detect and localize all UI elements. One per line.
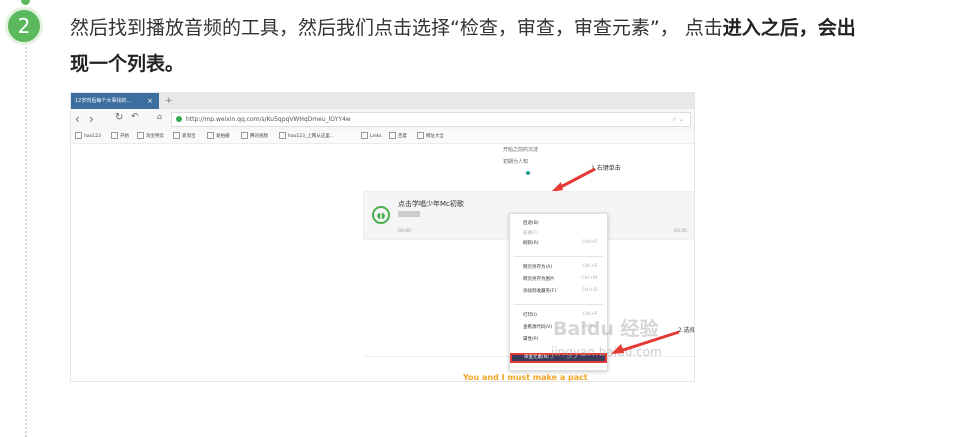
bookmark-item[interactable]: Links <box>361 131 382 143</box>
browser-tab[interactable]: 12岁时后每个大事找的... × <box>71 93 159 109</box>
timeline-dot <box>21 0 30 5</box>
hint-line-2: 初期为人知 <box>503 159 529 165</box>
page-icon <box>137 132 144 139</box>
url-text: http://mp.weixin.qq.com/s/Ku5qpqVWHqDmeu… <box>186 116 351 123</box>
arrow-icon <box>551 167 596 192</box>
bookmark-item[interactable]: hao123_上网从这里... <box>279 131 334 143</box>
bookmark-item[interactable]: 百度 <box>389 131 407 143</box>
bookmark-item[interactable]: 腾讯视频 <box>241 131 268 143</box>
address-bar[interactable]: http://mp.weixin.qq.com/s/Ku5qpqVWHqDmeu… <box>171 112 691 127</box>
audio-wave-icon[interactable]: ◖◗ <box>372 206 390 224</box>
page-icon <box>207 132 214 139</box>
menu-item-back[interactable]: 后退(B) <box>523 220 603 226</box>
menu-item-save-image[interactable]: 网页另存为图片 Ctrl+M <box>523 276 603 282</box>
menu-item-refresh[interactable]: 刷新(R) Ctrl+R <box>523 240 603 246</box>
forward-icon[interactable]: › <box>89 112 94 126</box>
browser-screenshot: 12岁时后每个大事找的... × + ‹ › ↻ ↶ ⌂ http://mp.w… <box>70 92 695 382</box>
paw-icon <box>389 132 396 139</box>
lyric-text: You and I must make a pact <box>463 373 588 382</box>
bookmarks-bar: hao123 开始 淘宝特卖 爱淘宝 爱拍摄 腾讯视频 hao123_上网从这里… <box>71 131 694 144</box>
menu-separator <box>514 304 603 305</box>
bookmark-item[interactable]: 爱淘宝 <box>173 131 196 143</box>
folder-icon <box>361 132 368 139</box>
close-icon[interactable]: × <box>147 93 153 109</box>
page-icon <box>417 132 424 139</box>
bookmark-item[interactable]: hao123 <box>75 131 101 143</box>
indicator-dot <box>526 171 530 175</box>
undo-icon[interactable]: ↶ <box>131 112 139 122</box>
new-tab-button[interactable]: + <box>165 93 173 109</box>
audio-subtitle-blur <box>398 211 420 217</box>
menu-item-add-favorite[interactable]: 添加到收藏夹(F) Ctrl+D <box>523 288 603 294</box>
hint-line-1: 开始之前的沉淀 <box>503 147 539 153</box>
menu-item-forward[interactable]: 前进(F) <box>523 230 603 236</box>
refresh-icon[interactable]: ↻ <box>115 112 123 123</box>
menu-separator <box>514 256 603 257</box>
bookmark-item[interactable]: 爱拍摄 <box>207 131 230 143</box>
bookmark-item[interactable]: 网址大全 <box>417 131 444 143</box>
step-number-badge: 2 <box>5 7 43 45</box>
page-icon <box>241 132 248 139</box>
page-icon <box>279 132 286 139</box>
bookmark-icon <box>75 132 82 139</box>
timeline-line <box>25 0 27 437</box>
bookmark-item[interactable]: 淘宝特卖 <box>137 131 164 143</box>
step-text-normal: 然后找到播放音频的工具，然后我们点击选择“检查，审查，审查元素”， 点击 <box>70 17 723 39</box>
arrow-icon <box>611 330 680 354</box>
bookmark-item[interactable]: 开始 <box>111 131 129 143</box>
audio-time-start: 00:00 <box>398 229 411 234</box>
step-description: 然后找到播放音频的工具，然后我们点击选择“检查，审查，审查元素”， 点击进入之后… <box>70 10 870 82</box>
web-page: 开始之前的沉淀 初期为人知 1.右键单击 ◖◗ 点击学唱少年Mc初歌 00:00… <box>71 144 694 382</box>
tab-title: 12岁时后每个大事找的... <box>75 98 132 104</box>
browser-toolbar: ‹ › ↻ ↶ ⌂ http://mp.weixin.qq.com/s/Ku5q… <box>71 109 694 132</box>
page-icon <box>111 132 118 139</box>
menu-item-save-as[interactable]: 网页另存为(A) Ctrl+S <box>523 264 603 270</box>
page-icon <box>173 132 180 139</box>
back-icon[interactable]: ‹ <box>75 112 80 126</box>
secure-icon <box>176 116 182 122</box>
audio-time-end: 03:45 <box>674 229 687 234</box>
audio-title: 点击学唱少年Mc初歌 <box>398 200 464 208</box>
star-icon[interactable]: ☆ ⌄ <box>672 113 684 126</box>
tab-bar: 12岁时后每个大事找的... × + <box>71 93 694 109</box>
home-icon[interactable]: ⌂ <box>157 112 162 121</box>
